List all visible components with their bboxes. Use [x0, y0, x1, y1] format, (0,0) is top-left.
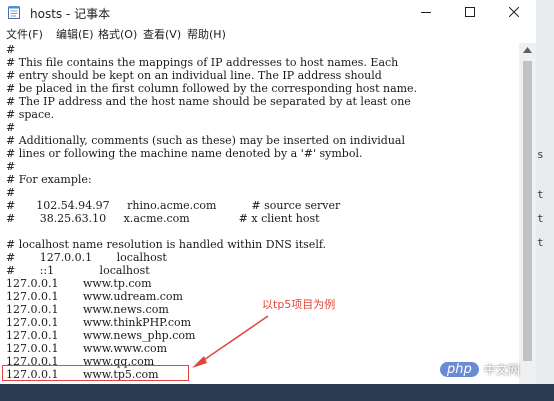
scrollbar-thumb[interactable]	[523, 61, 532, 361]
editor-line: #	[6, 186, 16, 199]
editor-line: # space.	[6, 108, 55, 121]
menu-help[interactable]: 帮助(H)	[187, 26, 226, 42]
watermark: php 中文网	[440, 358, 550, 380]
editor-line: # lines or following the machine name de…	[6, 147, 363, 160]
vertical-scrollbar[interactable]	[519, 43, 536, 384]
highlight-box	[2, 365, 189, 381]
minimize-button[interactable]	[404, 0, 448, 24]
editor-line: 127.0.0.1 www.tp.com	[6, 277, 152, 290]
desktop-background-strip: s t t t	[535, 0, 554, 401]
maximize-icon	[465, 7, 475, 17]
editor-line: # The IP address and the host name shoul…	[6, 95, 411, 108]
scroll-up-arrow-icon[interactable]	[523, 47, 532, 53]
text-editor-area[interactable]: # # This file contains the mappings of IP…	[0, 43, 519, 384]
desktop-glyph: t	[537, 188, 544, 201]
close-icon	[509, 7, 519, 17]
editor-line: 127.0.0.1 www.udream.com	[6, 290, 183, 303]
editor-line: 127.0.0.1 www.news.com	[6, 303, 169, 316]
menu-file[interactable]: 文件(F)	[6, 26, 43, 42]
menu-bar: 文件(F) 编辑(E) 格式(O) 查看(V) 帮助(H)	[0, 24, 536, 43]
editor-line: # 127.0.0.1 localhost	[6, 251, 167, 264]
editor-line: # entry should be kept on an individual …	[6, 69, 382, 82]
editor-line: # This file contains the mappings of IP …	[6, 56, 399, 69]
annotation-label: 以tp5项目为例	[262, 298, 336, 311]
editor-line: # ::1 localhost	[6, 264, 150, 277]
editor-line: # 102.54.94.97 rhino.acme.com # source s…	[6, 199, 341, 212]
editor-line: # be placed in the first column followed…	[6, 82, 418, 95]
editor-line: # localhost name resolution is handled w…	[6, 238, 327, 251]
desktop-glyph: t	[537, 236, 544, 249]
watermark-site: 中文网	[483, 362, 520, 377]
editor-line: #	[6, 160, 16, 173]
minimize-icon	[421, 12, 431, 13]
close-button[interactable]	[492, 0, 536, 24]
editor-line: # Additionally, comments (such as these)…	[6, 134, 405, 147]
maximize-button[interactable]	[448, 0, 492, 24]
desktop-glyph: t	[537, 212, 544, 225]
title-bar[interactable]: hosts - 记事本	[0, 0, 536, 24]
menu-view[interactable]: 查看(V)	[143, 26, 181, 42]
editor-line: # 38.25.63.10 x.acme.com # x client host	[6, 212, 320, 225]
editor-line: 127.0.0.1 www.news_php.com	[6, 329, 196, 342]
editor-line: #	[6, 121, 16, 134]
taskbar	[0, 384, 554, 401]
window-title: hosts - 记事本	[30, 7, 111, 21]
editor-line: 127.0.0.1 www.thinkPHP.com	[6, 316, 192, 329]
php-logo: php	[440, 361, 479, 377]
notepad-window: hosts - 记事本 文件(F) 编辑(E) 格式(O) 查看(V) 帮助(H…	[0, 0, 536, 384]
menu-format[interactable]: 格式(O)	[98, 26, 137, 42]
editor-line: #	[6, 43, 16, 56]
desktop-glyph: s	[537, 148, 544, 161]
editor-line: 127.0.0.1 www.www.com	[6, 342, 168, 355]
editor-line: # For example:	[6, 173, 92, 186]
notepad-icon	[8, 6, 20, 19]
menu-edit[interactable]: 编辑(E)	[56, 26, 94, 42]
